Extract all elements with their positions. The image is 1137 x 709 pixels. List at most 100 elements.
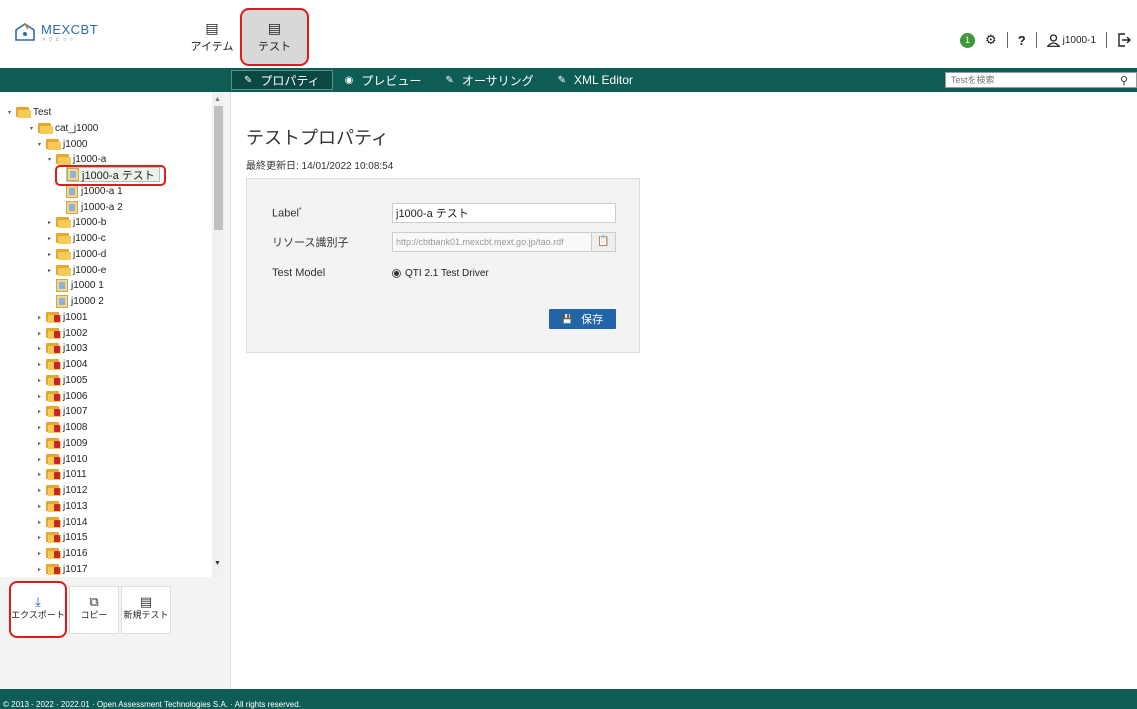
tree-node-label: j1011 <box>63 469 87 481</box>
caret-right-icon[interactable]: ▸ <box>38 503 46 510</box>
tree-node[interactable]: ▸ j1000-b <box>48 215 106 230</box>
tree-node-label: Test <box>33 107 52 118</box>
caret-down-icon[interactable]: ▾ <box>38 141 46 148</box>
copy-button[interactable]: ⧉ コピー <box>69 586 119 634</box>
clipboard-icon[interactable]: 📋 <box>592 232 616 252</box>
caret-right-icon[interactable]: ▸ <box>38 377 46 384</box>
tree-node[interactable]: ▸ j1004 <box>38 357 87 372</box>
tree-node[interactable]: ▾ cat_j1000 <box>30 121 98 136</box>
tree-node[interactable]: ▸ j1011 <box>38 467 87 482</box>
scroll-thumb[interactable] <box>214 106 223 230</box>
locked-folder-icon <box>46 311 61 323</box>
label-field-label: Label* <box>272 206 302 220</box>
caret-right-icon[interactable]: ▸ <box>38 393 46 400</box>
tree-node[interactable]: ▸ j1008 <box>38 420 87 435</box>
caret-right-icon[interactable]: ▸ <box>38 330 46 337</box>
caret-right-icon[interactable]: ▸ <box>38 440 46 447</box>
export-button[interactable]: ⤓ エクスポート <box>9 581 67 638</box>
tree-node[interactable]: j1000-a 2 <box>66 200 123 215</box>
tree-node-label: j1002 <box>63 327 88 339</box>
app-header: MEXCBT メクビット ▤ アイテム ▤ テスト 1 ⚙ ? j1000-1 <box>0 0 1137 68</box>
label-row: Label* j1000-a テスト <box>272 203 616 223</box>
caret-right-icon[interactable]: ▸ <box>38 534 46 541</box>
caret-right-icon[interactable]: ▸ <box>38 566 46 573</box>
tab-authoring[interactable]: ✎ オーサリング <box>433 70 545 90</box>
scroll-down-arrow[interactable]: ▼ <box>214 560 221 567</box>
book-icon: ▤ <box>267 19 282 36</box>
tree-node[interactable]: ▸ j1015 <box>38 530 87 545</box>
help-button[interactable]: ? <box>1018 33 1026 48</box>
tree-node-label: j1000 1 <box>71 280 104 292</box>
tree-node[interactable]: ▸ j1009 <box>38 436 87 451</box>
tree-node[interactable]: ▸ j1005 <box>38 373 87 388</box>
tree-node[interactable]: ▸ j1001 <box>38 310 87 325</box>
tree-node[interactable]: j1000-a 1 <box>66 184 123 199</box>
tree-node[interactable]: ▸ j1006 <box>38 389 87 404</box>
tree-node[interactable]: ▸ j1007 <box>38 404 87 419</box>
tree-node[interactable]: ▸ j1002 <box>38 326 87 341</box>
notification-badge[interactable]: 1 <box>960 32 976 48</box>
tree-node[interactable]: ▸ j1000-e <box>48 263 106 278</box>
caret-down-icon[interactable]: ▾ <box>30 125 38 132</box>
tree-node[interactable]: ▸ j1010 <box>38 452 87 467</box>
search-icon[interactable]: ⚲ <box>1120 74 1128 87</box>
caret-right-icon[interactable]: ▸ <box>38 314 46 321</box>
settings-gear-icon[interactable]: ⚙ <box>985 32 997 48</box>
search-input[interactable] <box>946 73 1116 87</box>
tree-node[interactable]: ▸ j1000-d <box>48 247 106 262</box>
caret-down-icon[interactable]: ▾ <box>48 156 56 163</box>
tree-node[interactable]: j1000 1 <box>56 278 104 293</box>
new-test-button[interactable]: ▤ 新規テスト <box>121 586 171 634</box>
tree-node-label: j1005 <box>63 374 88 386</box>
caret-right-icon[interactable]: ▸ <box>38 471 46 478</box>
caret-right-icon[interactable]: ▸ <box>38 408 46 415</box>
tree-node-label: j1012 <box>63 485 88 496</box>
new-test-label: 新規テスト <box>123 610 169 620</box>
tree-node[interactable]: ▸ j1013 <box>38 499 87 514</box>
radio-selected-icon <box>392 268 401 278</box>
tab-xml-editor[interactable]: ✎ XML Editor <box>546 70 645 90</box>
tree-node-label: j1016 <box>63 548 88 559</box>
save-icon: 💾 <box>561 313 574 324</box>
resource-id-input[interactable]: http://cbtbank01.mexcbt.mext.go.jp/tao.r… <box>392 232 592 252</box>
tree-node-label: j1000 2 <box>71 296 104 307</box>
caret-right-icon[interactable]: ▸ <box>38 487 46 494</box>
caret-right-icon[interactable]: ▸ <box>38 456 46 463</box>
tree-node[interactable]: ▸ j1003 <box>38 341 87 356</box>
eye-icon: ◉ <box>344 74 354 86</box>
caret-right-icon[interactable]: ▸ <box>48 267 56 274</box>
caret-right-icon[interactable]: ▸ <box>48 235 56 242</box>
caret-right-icon[interactable]: ▸ <box>38 550 46 557</box>
tree-node[interactable]: ▸ j1012 <box>38 483 87 498</box>
mexcbt-logo[interactable]: MEXCBT メクビット <box>14 22 98 43</box>
caret-right-icon[interactable]: ▸ <box>38 519 46 526</box>
caret-right-icon[interactable]: ▸ <box>48 219 56 226</box>
tree-node[interactable]: j1000 2 <box>56 294 104 309</box>
tree-node[interactable]: ▸ j1014 <box>38 515 87 530</box>
test-doc-icon <box>56 279 68 293</box>
nav-item-items[interactable]: ▤ アイテム <box>188 8 236 66</box>
user-menu[interactable]: j1000-1 <box>1046 33 1096 47</box>
scroll-up-arrow[interactable]: ▲ <box>214 96 221 103</box>
tree-scrollbar[interactable]: ▲ ▼ <box>212 92 224 577</box>
tree-node[interactable]: ▾ Test <box>8 105 51 120</box>
caret-right-icon[interactable]: ▸ <box>48 251 56 258</box>
tab-properties[interactable]: ✎ プロパティ <box>231 70 333 90</box>
tree-node[interactable]: ▸ j1000-c <box>48 231 106 246</box>
caret-right-icon[interactable]: ▸ <box>38 424 46 431</box>
caret-down-icon[interactable]: ▾ <box>8 109 16 116</box>
tree-node[interactable]: ▸ j1016 <box>38 546 87 561</box>
tree-node[interactable]: ▾ j1000 <box>38 137 87 152</box>
nav-item-label: アイテム <box>190 40 234 53</box>
nav-item-tests[interactable]: ▤ テスト <box>240 8 309 66</box>
label-input[interactable]: j1000-a テスト <box>392 203 616 223</box>
save-button[interactable]: 💾 保存 <box>549 309 616 329</box>
user-name: j1000-1 <box>1062 34 1096 46</box>
tree-node[interactable]: ▸ j1017 <box>38 562 87 577</box>
test-model-radio[interactable]: QTI 2.1 Test Driver <box>392 268 489 279</box>
caret-right-icon[interactable]: ▸ <box>38 361 46 368</box>
logout-icon[interactable] <box>1117 33 1131 47</box>
tab-preview[interactable]: ◉ プレビュー <box>333 70 434 90</box>
caret-right-icon[interactable]: ▸ <box>38 345 46 352</box>
tree-node-label: j1006 <box>63 390 88 402</box>
